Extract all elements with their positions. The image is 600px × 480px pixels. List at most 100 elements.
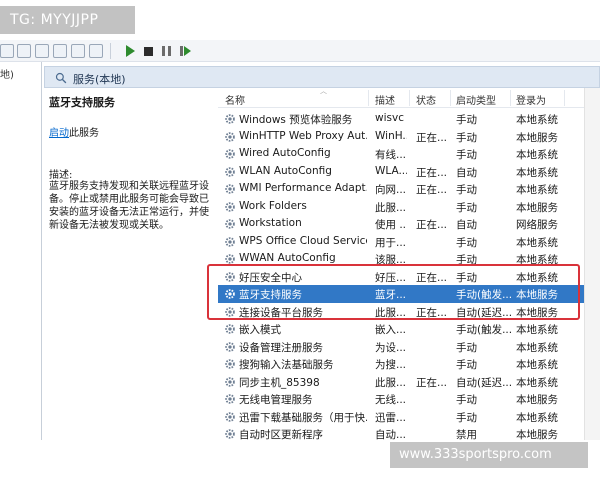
service-row[interactable]: Wired AutoConfig 有线... 手动 本地系统 <box>218 145 600 163</box>
service-logon-as: 本地系统 <box>516 236 558 249</box>
service-description: 有线... <box>375 149 407 161</box>
export-list-button[interactable] <box>53 44 67 58</box>
service-logon-as: 本地系统 <box>516 114 558 126</box>
service-row[interactable]: Work Folders 此服... 手动 本地服务 <box>218 198 600 216</box>
service-name: 设备管理注册服务 <box>239 341 323 354</box>
properties-button[interactable] <box>17 44 31 58</box>
tree-item-local[interactable]: 地) <box>0 66 14 81</box>
gear-icon <box>225 184 235 194</box>
service-row[interactable]: WMI Performance Adapt... 向网... 正在... 手动 本地系统 <box>218 180 600 198</box>
service-row[interactable]: WLAN AutoConfig WLA... 正在... 自动 本地系统 <box>218 163 600 181</box>
gear-icon <box>225 219 235 229</box>
sort-arrow-icon: ︿ <box>320 87 327 95</box>
column-startup-type[interactable]: 启动类型 <box>456 92 496 107</box>
service-row[interactable]: Windows 预览体验服务 wisvc 手动 本地系统 <box>218 110 600 128</box>
service-row[interactable]: 同步主机_85398 此服... 正在... 自动(延迟... 本地系统 <box>218 373 600 391</box>
service-name: WMI Performance Adapt... <box>239 182 367 194</box>
service-logon-as: 本地服务 <box>516 131 558 144</box>
service-logon-as: 本地系统 <box>516 376 558 389</box>
start-service-link[interactable]: 启动 <box>49 128 69 139</box>
service-row[interactable]: 无线电管理服务 无线... 手动 本地服务 <box>218 390 600 408</box>
service-row[interactable]: 设备管理注册服务 为设... 手动 本地系统 <box>218 338 600 356</box>
selected-service-title: 蓝牙支持服务 <box>49 96 115 109</box>
service-description: 无线... <box>375 394 407 406</box>
service-row[interactable]: 嵌入模式 嵌入... 手动(触发... 本地系统 <box>218 320 600 338</box>
service-name: WWAN AutoConfig <box>239 252 336 264</box>
service-name: WinHTTP Web Proxy Aut... <box>239 129 367 142</box>
description-label: 描述: <box>49 170 73 181</box>
service-logon-as: 本地系统 <box>516 324 558 336</box>
service-description: 为搜... <box>375 359 407 371</box>
service-name: Workstation <box>239 217 302 229</box>
column-divider[interactable] <box>510 90 511 106</box>
gear-icon <box>225 341 235 352</box>
vertical-scrollbar[interactable] <box>584 88 600 440</box>
service-description: 向网... <box>375 184 407 196</box>
gear-icon <box>225 429 235 439</box>
column-divider[interactable] <box>564 90 565 106</box>
service-description-pane: 蓝牙支持服务 启动此服务 描述: 蓝牙服务支持发现和关联远程蓝牙设备。停止或禁用… <box>44 88 216 440</box>
refresh-button[interactable] <box>35 44 49 58</box>
service-startup-type: 自动 <box>456 219 477 231</box>
service-logon-as: 本地服务 <box>516 394 558 406</box>
search-icon <box>55 72 67 84</box>
service-name: 迅雷下载基础服务（用于快... <box>239 411 367 424</box>
service-logon-as: 本地系统 <box>516 359 558 371</box>
column-divider[interactable] <box>450 90 451 106</box>
gear-icon <box>225 376 235 387</box>
service-startup-type: 手动 <box>456 359 477 371</box>
service-row[interactable]: Workstation 使用 ... 正在... 自动 网络服务 <box>218 215 600 233</box>
service-row[interactable]: WPS Office Cloud Service 用于... 手动 本地系统 <box>218 233 600 251</box>
column-logon-as[interactable]: 登录为 <box>516 92 546 107</box>
column-header-row: ︿ 名称 描述 状态 启动类型 登录为 <box>218 87 600 108</box>
pane-header: 服务(本地) <box>44 66 600 88</box>
service-name: Windows 预览体验服务 <box>239 114 353 126</box>
column-divider[interactable] <box>368 90 369 106</box>
service-status: 正在... <box>416 184 448 196</box>
service-logon-as: 本地系统 <box>516 341 558 354</box>
service-name: 搜狗输入法基础服务 <box>239 359 334 371</box>
service-name: WPS Office Cloud Service <box>239 234 367 247</box>
service-startup-type: 手动 <box>456 394 477 406</box>
service-row[interactable]: 迅雷下载基础服务（用于快... 迅雷... 手动 本地系统 <box>218 408 600 426</box>
service-name: 同步主机_85398 <box>239 376 320 389</box>
gear-icon <box>225 394 235 404</box>
gear-icon <box>225 359 235 369</box>
service-name: Work Folders <box>239 199 307 212</box>
description-text: 蓝牙服务支持发现和关联远程蓝牙设备。停止或禁用此服务可能会导致已安装的蓝牙设备无… <box>49 181 209 231</box>
service-status: 正在... <box>416 376 448 389</box>
service-row[interactable]: 搜狗输入法基础服务 为搜... 手动 本地系统 <box>218 355 600 373</box>
restart-service-icon[interactable] <box>180 46 191 56</box>
service-status: 正在... <box>416 166 448 179</box>
gear-icon <box>225 166 235 177</box>
service-description: 嵌入... <box>375 324 407 336</box>
column-status[interactable]: 状态 <box>416 92 436 107</box>
column-divider[interactable] <box>409 90 410 106</box>
service-row[interactable]: WinHTTP Web Proxy Aut... WinH... 正在... 手动 本地… <box>218 128 600 146</box>
service-startup-type: 自动 <box>456 166 477 179</box>
service-description: 此服... <box>375 201 407 214</box>
pane-title: 服务(本地) <box>73 73 126 86</box>
service-name: Wired AutoConfig <box>239 147 331 159</box>
tg-tag-overlay: TG: MYYJJPP <box>0 6 135 34</box>
action-pane-button[interactable] <box>89 44 103 58</box>
service-startup-type: 手动 <box>456 236 477 249</box>
column-name[interactable]: 名称 <box>225 92 245 107</box>
help-button[interactable] <box>71 44 85 58</box>
service-description: WLA... <box>375 164 407 177</box>
column-description[interactable]: 描述 <box>375 92 395 107</box>
console-tree: 地) <box>0 62 42 440</box>
stop-service-icon[interactable] <box>144 47 153 56</box>
watermark-text: www.333sportspro.com <box>399 447 552 462</box>
gear-icon <box>225 236 235 247</box>
toolbar <box>0 40 600 62</box>
service-status: 正在... <box>416 131 448 144</box>
service-logon-as: 本地系统 <box>516 166 558 179</box>
pause-service-icon[interactable] <box>162 46 171 56</box>
service-logon-as: 本地系统 <box>516 184 558 196</box>
gear-icon <box>225 411 235 422</box>
start-service-icon[interactable] <box>126 45 135 57</box>
gear-icon <box>225 131 235 142</box>
show-hide-console-tree-button[interactable] <box>0 44 14 58</box>
service-startup-type: 自动(延迟... <box>456 376 512 389</box>
